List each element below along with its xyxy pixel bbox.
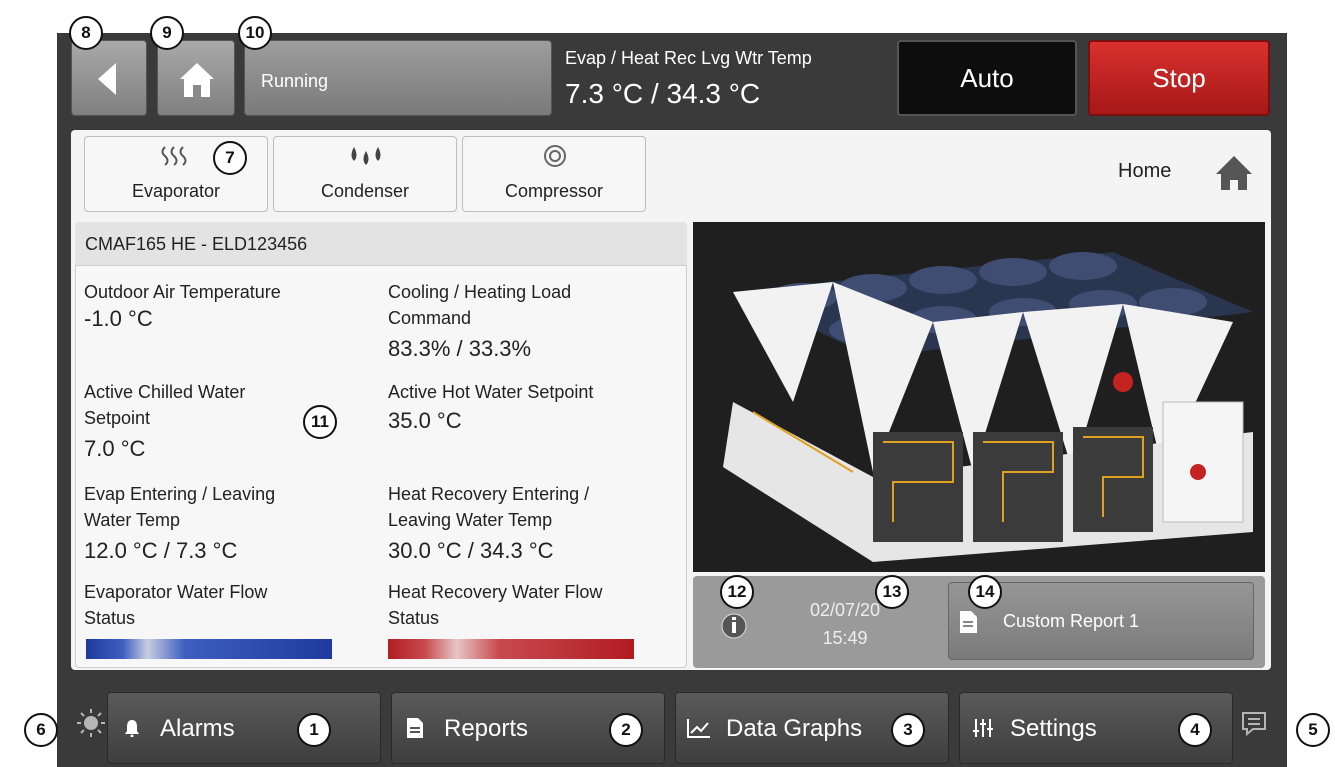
- home-icon: [180, 63, 214, 97]
- evap-flow-status-label-1: Evaporator Water Flow: [84, 582, 268, 602]
- chilled-water-setpoint-label-1: Active Chilled Water: [84, 382, 246, 402]
- leaving-water-temp-value: 7.3 °C / 34.3 °C: [565, 78, 761, 109]
- home-location-icon: [1216, 156, 1252, 190]
- tab-condenser-label: Condenser: [320, 181, 410, 201]
- callout-badge: 1: [297, 713, 331, 747]
- reports-icon: [407, 718, 423, 738]
- evap-water-temp-label-1: Evap Entering / Leaving: [84, 484, 276, 504]
- outdoor-air-temp-value: -1.0 °C: [84, 306, 153, 331]
- tab-compressor-label: Compressor: [504, 181, 604, 201]
- callout-badge: 3: [891, 713, 925, 747]
- evap-flow-status-label-2: Status: [84, 608, 136, 628]
- data-graphs-label: Data Graphs: [726, 715, 863, 742]
- hr-flow-status-bar: [388, 639, 634, 659]
- message-icon[interactable]: [1240, 710, 1270, 738]
- hr-water-temp-value: 30.0 °C / 34.3 °C: [388, 538, 554, 563]
- brightness-icon[interactable]: [76, 708, 106, 738]
- back-arrow-icon: [98, 63, 116, 95]
- reports-label: Reports: [444, 715, 529, 742]
- breadcrumb-home: Home: [1118, 160, 1172, 182]
- spiral-icon: [463, 143, 645, 169]
- hr-flow-status-label-1: Heat Recovery Water Flow: [388, 582, 603, 602]
- callout-badge: 7: [213, 141, 247, 175]
- stop-button[interactable]: Stop: [1088, 40, 1270, 116]
- back-button[interactable]: [71, 40, 147, 116]
- hot-water-setpoint-value: 35.0 °C: [388, 408, 462, 433]
- callout-badge: 11: [303, 405, 337, 439]
- callout-badge: 5: [1296, 713, 1330, 747]
- document-icon: [960, 611, 977, 633]
- run-status-text: Running: [261, 71, 329, 91]
- droplets-icon: [274, 143, 456, 169]
- unit-model-title: CMAF165 HE - ELD123456: [75, 222, 687, 266]
- load-command-value: 83.3% / 33.3%: [388, 336, 532, 361]
- home-button[interactable]: [157, 40, 235, 116]
- time-text: 15:49: [822, 628, 868, 648]
- callout-badge: 12: [720, 575, 754, 609]
- chilled-water-setpoint-label-2: Setpoint: [84, 408, 151, 428]
- tab-compressor[interactable]: Compressor: [462, 136, 646, 212]
- auto-button[interactable]: Auto: [897, 40, 1077, 116]
- line-graph-icon: [687, 719, 710, 738]
- custom-report-label: Custom Report 1: [1003, 611, 1140, 631]
- callout-badge: 8: [69, 16, 103, 50]
- callout-badge: 10: [238, 16, 272, 50]
- hot-water-setpoint-label: Active Hot Water Setpoint: [388, 382, 594, 402]
- bell-icon: [125, 720, 139, 737]
- callout-badge: 2: [609, 713, 643, 747]
- info-icon[interactable]: [720, 612, 748, 640]
- hr-water-temp-label-2: Leaving Water Temp: [388, 510, 553, 530]
- alarms-button[interactable]: Alarms: [107, 692, 381, 764]
- sliders-icon: [973, 719, 993, 737]
- chiller-unit-image: [693, 222, 1265, 572]
- evap-flow-status-bar: [86, 639, 332, 659]
- settings-label: Settings: [1010, 715, 1097, 742]
- run-status-display[interactable]: Running: [244, 40, 552, 116]
- evap-water-temp-value: 12.0 °C / 7.3 °C: [84, 538, 238, 563]
- load-command-label-2: Command: [388, 308, 472, 328]
- hr-flow-status-label-2: Status: [388, 608, 440, 628]
- callout-badge: 9: [150, 16, 184, 50]
- callout-badge: 14: [968, 575, 1002, 609]
- callout-badge: 13: [875, 575, 909, 609]
- load-command-label-1: Cooling / Heating Load: [388, 282, 572, 302]
- hr-water-temp-label-1: Heat Recovery Entering /: [388, 484, 590, 504]
- tab-condenser[interactable]: Condenser: [273, 136, 457, 212]
- chilled-water-setpoint-value: 7.0 °C: [84, 436, 146, 461]
- evap-water-temp-label-2: Water Temp: [84, 510, 181, 530]
- leaving-water-temp-label: Evap / Heat Rec Lvg Wtr Temp: [565, 48, 812, 68]
- callout-badge: 6: [24, 713, 58, 747]
- callout-badge: 4: [1178, 713, 1212, 747]
- tab-evaporator-label: Evaporator: [131, 181, 221, 201]
- outdoor-air-temp-label: Outdoor Air Temperature: [84, 282, 281, 302]
- alarms-label: Alarms: [160, 715, 235, 742]
